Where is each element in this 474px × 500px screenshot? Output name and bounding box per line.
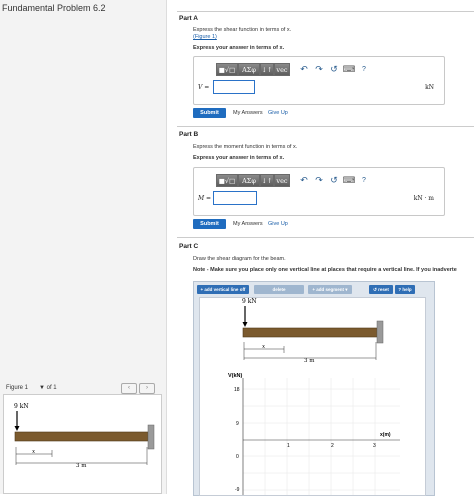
part-b-submit-button[interactable]: Submit	[193, 219, 226, 229]
math-toolbar: ■√□ ΑΣφ ↓↑ vec ↶ ↷ ↺ ⌨ ?	[216, 62, 370, 77]
part-a-give-up-link[interactable]: Give Up	[268, 110, 288, 116]
reset-button[interactable]: ↺ reset	[369, 285, 393, 294]
figure-arrowhead	[14, 426, 20, 431]
part-b-prompt: Express the moment function in terms of …	[193, 144, 298, 150]
shear-diagram-tool: + add vertical line off delete + add seg…	[193, 281, 435, 496]
help-icon[interactable]: ?	[358, 174, 370, 187]
figure-nav-bar: Figure 1 ▼ of 1 ‹ ›	[3, 383, 160, 394]
part-a-instruction: Express your answer in terms of x.	[193, 45, 285, 51]
part-b-my-answers-link[interactable]: My Answers	[233, 221, 263, 227]
y-tick-label: -9	[235, 487, 240, 493]
delete-button[interactable]: delete	[254, 285, 304, 294]
figure-beam	[14, 431, 149, 442]
vec-button[interactable]: vec	[274, 174, 290, 187]
help-button[interactable]: ? help	[395, 285, 415, 294]
undo-icon[interactable]: ↶	[298, 63, 310, 76]
math-toolbar: ■√□ ΑΣφ ↓↑ vec ↶ ↷ ↺ ⌨ ?	[216, 173, 370, 188]
next-figure-button[interactable]: ›	[139, 383, 155, 394]
y-tick-label: 0	[236, 454, 239, 460]
add-segment-button[interactable]: + add segment ▾	[308, 285, 352, 294]
part-a-answer-box: ■√□ ΑΣφ ↓↑ vec ↶ ↷ ↺ ⌨ ? V = kN	[193, 56, 445, 105]
part-b-answer-box: ■√□ ΑΣφ ↓↑ vec ↶ ↷ ↺ ⌨ ? M = kN · m	[193, 167, 445, 216]
part-a-my-answers-link[interactable]: My Answers	[233, 110, 263, 116]
part-a-unit: kN	[425, 84, 434, 91]
divider	[177, 11, 474, 12]
part-c-prompt: Draw the shear diagram for the beam.	[193, 256, 286, 262]
divider	[177, 237, 474, 238]
diagram-wall	[376, 320, 384, 344]
graph-grid	[242, 378, 400, 495]
diagram-beam	[242, 327, 378, 338]
templates-button[interactable]: ■√□	[216, 63, 238, 76]
y-tick-label: 18	[234, 387, 240, 393]
help-icon[interactable]: ?	[358, 63, 370, 76]
redo-icon[interactable]: ↷	[313, 174, 325, 187]
figure-link[interactable]: (Figure 1)	[193, 34, 217, 40]
templates-button[interactable]: ■√□	[216, 174, 238, 187]
reset-icon[interactable]: ↺	[328, 174, 340, 187]
diagram-canvas[interactable]: 9 kN x 3 m V(kN) x(m) 18 9 0 -9 1 2 3	[199, 297, 426, 496]
figure-wall	[147, 424, 155, 450]
greek-button[interactable]: ΑΣφ	[238, 174, 260, 187]
add-vertical-line-button[interactable]: + add vertical line off	[197, 285, 249, 294]
x-tick-label: 3	[373, 443, 376, 449]
shear-diagram-svg: 9 kN x 3 m V(kN) x(m) 18 9 0 -9 1 2 3	[228, 298, 400, 495]
prev-figure-button[interactable]: ‹	[121, 383, 137, 394]
x-tick-label: 2	[331, 443, 334, 449]
part-b-instruction: Express your answer in terms of x.	[193, 155, 285, 161]
part-b-variable-label: M =	[198, 195, 212, 202]
x-tick-label: 1	[287, 443, 290, 449]
part-c-note: Note - Make sure you place only one vert…	[193, 267, 457, 273]
part-c-title: Part C	[179, 243, 199, 250]
diagram-load-label: 9 kN	[242, 298, 257, 305]
part-b-title: Part B	[179, 131, 199, 138]
diagram-arrowhead	[242, 322, 248, 327]
vec-button[interactable]: vec	[274, 63, 290, 76]
main-content: Part A Express the shear function in ter…	[177, 0, 474, 496]
arrows-button[interactable]: ↓↑	[260, 63, 274, 76]
part-a-title: Part A	[179, 15, 198, 22]
reset-icon[interactable]: ↺	[328, 63, 340, 76]
beam-figure: 9 kN x 3 m	[14, 403, 155, 469]
left-panel: Fundamental Problem 6.2 Figure 1 ▼ of 1 …	[0, 0, 167, 494]
part-b-answer-input[interactable]	[213, 191, 257, 205]
arrows-button[interactable]: ↓↑	[260, 174, 274, 187]
y-axis-label: V(kN)	[228, 373, 243, 379]
y-tick-label: 9	[236, 421, 239, 427]
part-a-variable-label: V =	[198, 84, 210, 91]
part-a-answer-input[interactable]	[213, 80, 255, 94]
part-b-unit: kN · m	[413, 195, 434, 202]
figure-length-label: 3 m	[76, 463, 87, 469]
divider	[177, 126, 474, 127]
figure-of-label: of 1	[46, 385, 57, 391]
figure-panel: 9 kN x 3 m	[3, 394, 162, 494]
figure-load-label: 9 kN	[14, 403, 29, 410]
part-a-prompt: Express the shear function in terms of x…	[193, 27, 292, 33]
part-a-submit-button[interactable]: Submit	[193, 108, 226, 118]
greek-button[interactable]: ΑΣφ	[238, 63, 260, 76]
problem-title: Fundamental Problem 6.2	[2, 3, 106, 13]
diagram-length-label: 3 m	[304, 358, 315, 364]
figure-label: Figure 1	[6, 385, 29, 391]
undo-icon[interactable]: ↶	[298, 174, 310, 187]
keyboard-icon[interactable]: ⌨	[343, 63, 356, 76]
figure-select[interactable]: ▼ of 1	[39, 385, 57, 391]
redo-icon[interactable]: ↷	[313, 63, 325, 76]
keyboard-icon[interactable]: ⌨	[343, 174, 356, 187]
part-b-give-up-link[interactable]: Give Up	[268, 221, 288, 227]
x-axis-label: x(m)	[380, 432, 391, 438]
